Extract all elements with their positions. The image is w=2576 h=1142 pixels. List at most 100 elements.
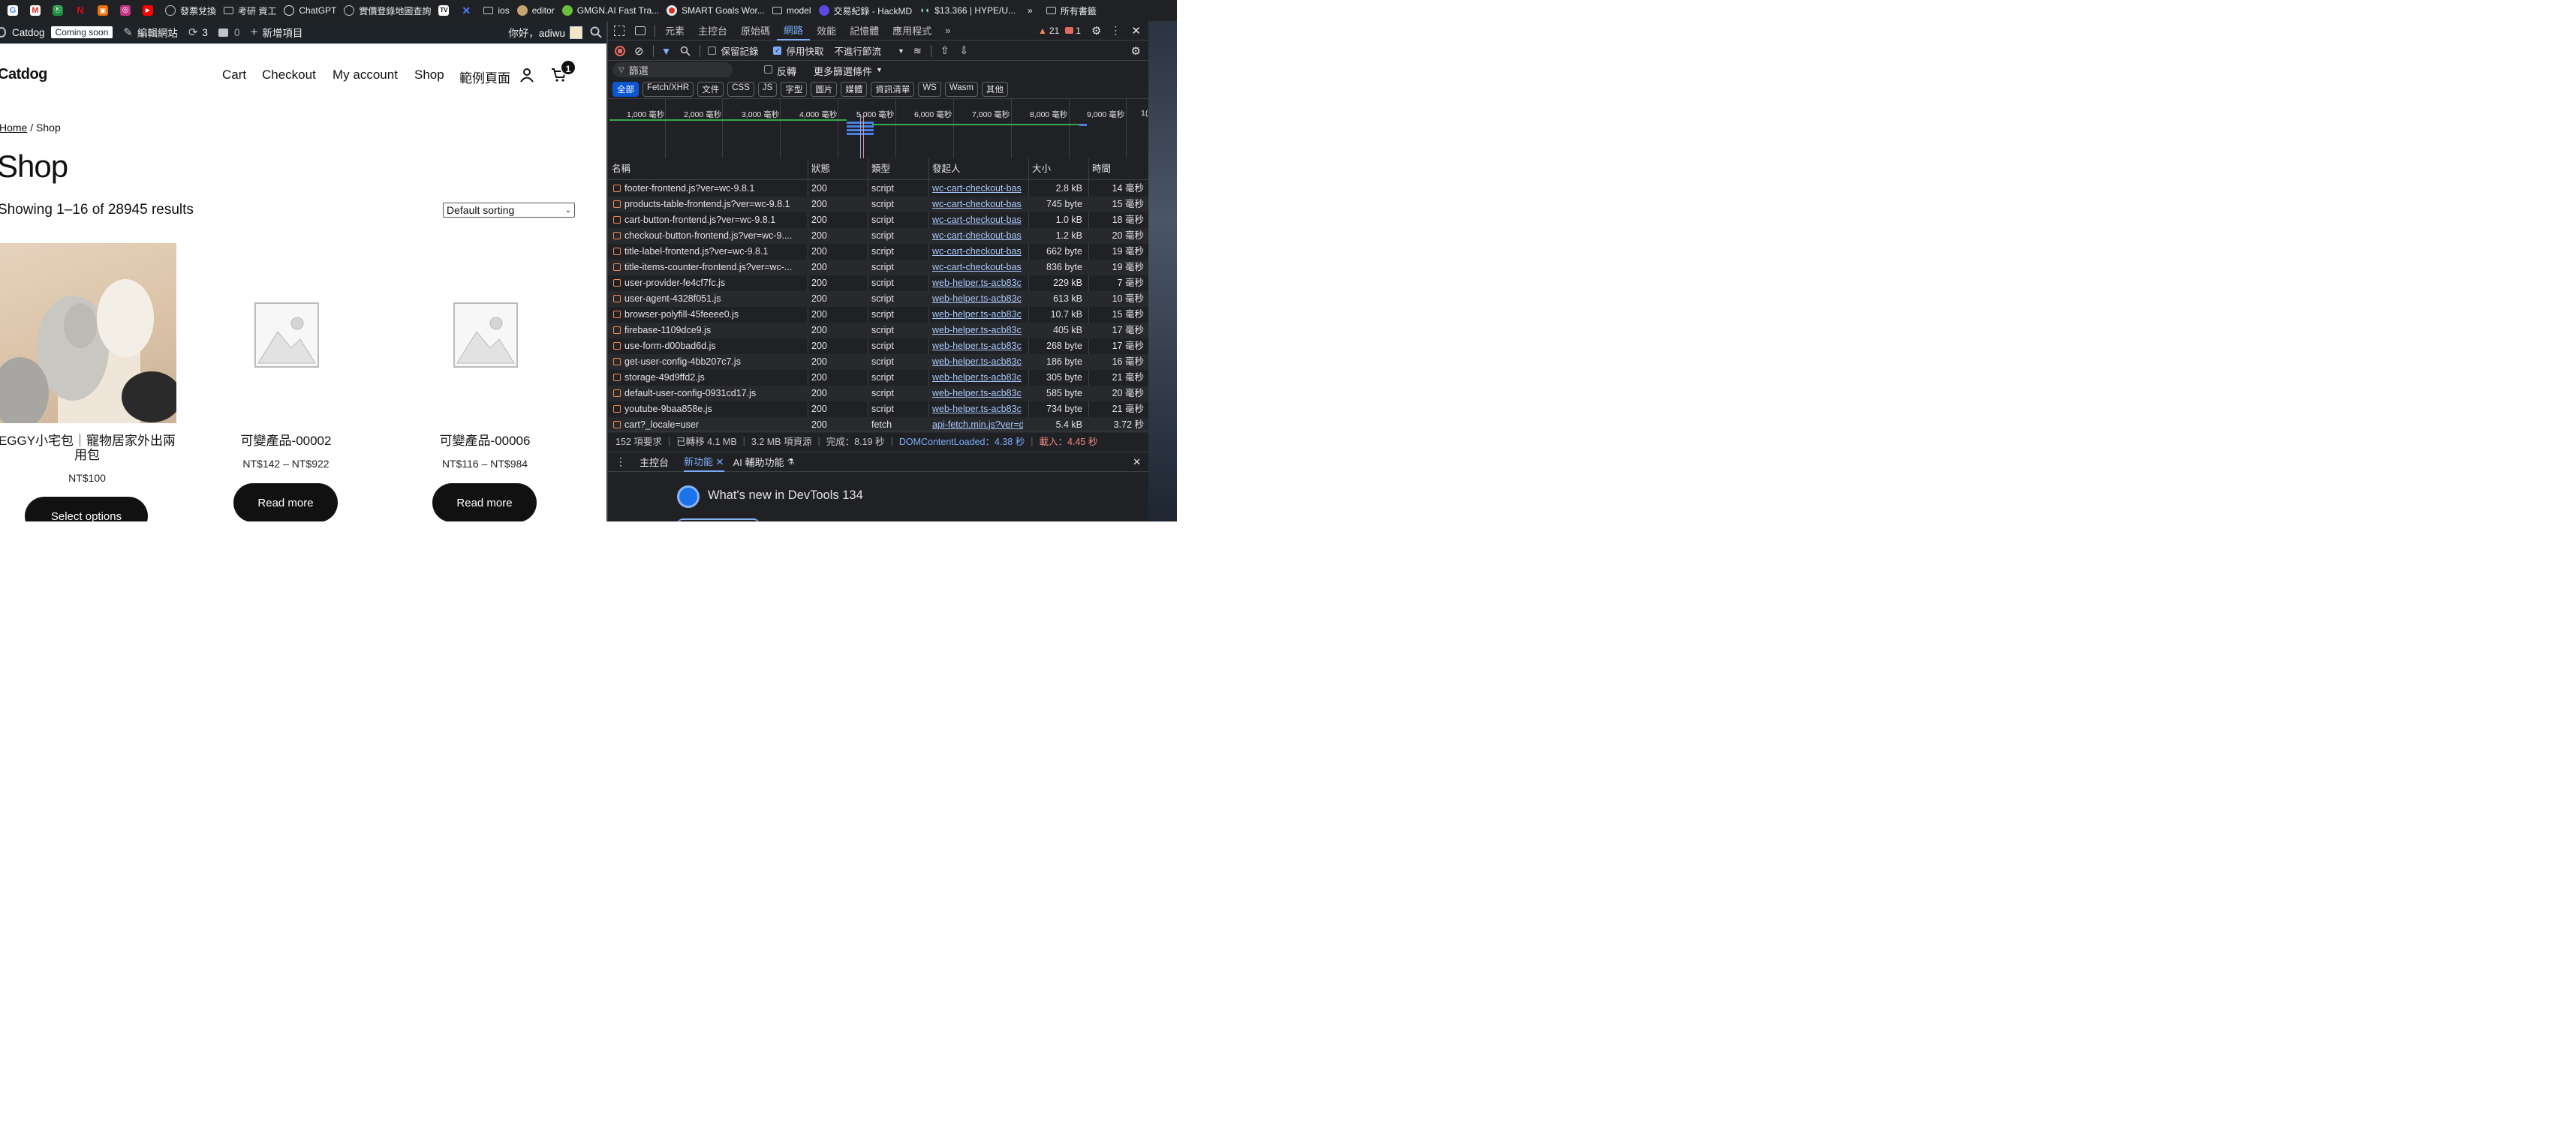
- site-logo[interactable]: Catdog: [0, 66, 47, 83]
- product-image-placeholder[interactable]: [197, 243, 375, 423]
- network-request-row[interactable]: user-agent-4328f051.js 200 script web-helpe…: [608, 291, 1148, 307]
- nav-sample-page[interactable]: 範例頁面: [459, 68, 510, 86]
- network-settings-icon[interactable]: ⚙: [1131, 44, 1141, 58]
- request-name[interactable]: title-items-counter-frontend.js?ver=wc-.…: [624, 260, 802, 275]
- clear-icon[interactable]: ⊘: [634, 44, 644, 58]
- network-request-row[interactable]: cart-button-frontend.js?ver=wc-9.8.1 200 s…: [608, 212, 1148, 228]
- export-har-icon[interactable]: ⇩: [960, 44, 969, 57]
- admin-search[interactable]: [590, 26, 602, 38]
- tab-application[interactable]: 應用程式: [886, 23, 938, 38]
- request-initiator[interactable]: wc-cart-checkout-bas: [932, 260, 1023, 275]
- filter-chip-wasm[interactable]: Wasm: [944, 82, 979, 97]
- bookmark-gmail[interactable]: M: [30, 5, 45, 16]
- filter-chip-js[interactable]: JS: [757, 82, 778, 97]
- network-overview[interactable]: [608, 98, 1148, 158]
- drawer-tab-console[interactable]: 主控台: [639, 455, 669, 469]
- network-request-row[interactable]: title-items-counter-frontend.js?ver=wc-.…: [608, 260, 1148, 275]
- tab-network[interactable]: 網路: [777, 21, 811, 41]
- request-initiator[interactable]: wc-cart-checkout-bas: [932, 212, 1023, 228]
- bookmark-green[interactable]: Ⓚ: [53, 5, 68, 16]
- column-time[interactable]: 時間: [1092, 161, 1111, 177]
- bookmark-tradingview[interactable]: TV: [438, 5, 453, 16]
- error-count[interactable]: 1: [1076, 26, 1081, 36]
- bookmark-exam[interactable]: 考研 資工: [224, 5, 276, 17]
- import-har-icon[interactable]: ⇧: [940, 44, 949, 57]
- request-initiator[interactable]: web-helper.ts-acb83c: [932, 323, 1023, 338]
- tab-performance[interactable]: 效能: [810, 23, 843, 38]
- column-type[interactable]: 類型: [871, 161, 890, 177]
- request-initiator[interactable]: web-helper.ts-acb83c: [932, 401, 1023, 417]
- bookmark-realprice[interactable]: 實價登錄地圖查詢: [344, 5, 431, 17]
- request-name[interactable]: browser-polyfill-45feeee0.js: [624, 307, 802, 323]
- tab-sources[interactable]: 原始碼: [734, 23, 777, 38]
- filter-chip-other[interactable]: 其他: [982, 82, 1009, 97]
- column-size[interactable]: 大小: [1032, 161, 1051, 177]
- device-toggle-icon[interactable]: [635, 26, 646, 35]
- admin-updates[interactable]: ⟳ 3: [188, 26, 208, 39]
- all-bookmarks[interactable]: 所有書籤: [1046, 5, 1097, 17]
- filter-icon[interactable]: ▼: [661, 45, 672, 57]
- request-name[interactable]: youtube-9baa858e.js: [624, 401, 802, 417]
- column-name[interactable]: 名稱: [612, 161, 630, 177]
- drawer-tab-ai-assistance[interactable]: AI 輔助功能: [733, 455, 784, 469]
- bookmark-x[interactable]: ✕: [461, 5, 476, 16]
- network-request-row[interactable]: use-form-d00bad6d.js 200 script web-helper.…: [608, 338, 1148, 354]
- bookmark-gmgn[interactable]: GMGN.AI Fast Tra...: [561, 5, 659, 16]
- network-request-row[interactable]: get-user-config-4bb207c7.js 200 script web-…: [608, 354, 1148, 370]
- network-conditions-icon[interactable]: ≋: [913, 45, 922, 57]
- record-icon[interactable]: [615, 45, 625, 56]
- read-more-button[interactable]: Read more: [233, 483, 338, 521]
- network-request-row[interactable]: footer-frontend.js?ver=wc-9.8.1 200 script…: [608, 181, 1148, 197]
- admin-new[interactable]: + 新增項目: [250, 25, 302, 40]
- more-tabs-icon[interactable]: »: [938, 25, 957, 36]
- admin-site-menu[interactable]: Catdog Coming soon: [0, 26, 113, 38]
- nav-checkout[interactable]: Checkout: [262, 68, 316, 83]
- kebab-menu-icon[interactable]: ⋮: [1110, 24, 1121, 37]
- network-request-row[interactable]: products-table-frontend.js?ver=wc-9.8.1 2…: [608, 197, 1148, 212]
- network-request-row[interactable]: title-label-frontend.js?ver=wc-9.8.1 200 s…: [608, 244, 1148, 260]
- close-tab-icon[interactable]: ✕: [716, 456, 724, 467]
- drawer-menu-icon[interactable]: ⋮: [615, 455, 626, 468]
- filter-chip-fetch[interactable]: Fetch/XHR: [642, 82, 694, 97]
- invert-checkbox[interactable]: [764, 65, 772, 74]
- column-status[interactable]: 狀態: [811, 161, 830, 177]
- network-request-row[interactable]: storage-49d9ffd2.js 200 script web-helper.t…: [608, 370, 1148, 386]
- preserve-log-checkbox[interactable]: [708, 47, 717, 55]
- request-name[interactable]: user-provider-fe4cf7fc.js: [624, 275, 802, 291]
- more-filters-dropdown[interactable]: 更多篩選條件: [814, 64, 872, 78]
- inspect-icon[interactable]: [614, 25, 624, 36]
- request-initiator[interactable]: web-helper.ts-acb83c: [932, 275, 1023, 291]
- warning-count[interactable]: 21: [1049, 26, 1059, 36]
- request-initiator[interactable]: wc-cart-checkout-bas: [932, 197, 1023, 212]
- bookmark-hackmd[interactable]: 交易紀錄 - HackMD: [818, 5, 912, 17]
- nav-cart[interactable]: Cart: [222, 68, 246, 83]
- filter-input[interactable]: ▽ 篩選: [612, 62, 733, 77]
- request-initiator[interactable]: web-helper.ts-acb83c: [932, 386, 1023, 401]
- filter-chip-font[interactable]: 字型: [781, 82, 808, 97]
- sort-select[interactable]: Default sorting ⌄: [443, 203, 575, 218]
- request-name[interactable]: use-form-d00bad6d.js: [624, 338, 802, 354]
- close-icon[interactable]: ✕: [1131, 24, 1141, 38]
- bookmarks-more-button[interactable]: »: [1028, 5, 1033, 16]
- tab-console[interactable]: 主控台: [691, 23, 734, 38]
- product-title[interactable]: EGGY小宅包｜寵物居家外出兩用包: [0, 434, 176, 462]
- admin-edit-site[interactable]: ✎ 編輯網站: [123, 25, 178, 40]
- bookmark-youtube[interactable]: ▶: [143, 5, 158, 16]
- drawer-tab-whats-new[interactable]: 新功能 ✕: [684, 452, 724, 472]
- nav-shop[interactable]: Shop: [414, 68, 444, 83]
- bookmark-google[interactable]: G: [8, 5, 23, 16]
- settings-gear-icon[interactable]: ⚙: [1091, 24, 1101, 38]
- network-request-row[interactable]: firebase-1109dce9.js 200 script web-helper.…: [608, 323, 1148, 338]
- search-icon[interactable]: [680, 46, 691, 56]
- request-initiator[interactable]: web-helper.ts-acb83c: [932, 370, 1023, 386]
- request-initiator[interactable]: web-helper.ts-acb83c: [932, 338, 1023, 354]
- bookmark-model[interactable]: model: [772, 5, 811, 16]
- product-image[interactable]: [0, 243, 176, 423]
- bookmark-instagram[interactable]: ◎: [120, 5, 135, 16]
- bookmark-chatgpt[interactable]: ChatGPT: [284, 5, 336, 16]
- bookmark-netflix[interactable]: N: [75, 5, 90, 16]
- product-image-placeholder[interactable]: [396, 243, 574, 423]
- request-name[interactable]: footer-frontend.js?ver=wc-9.8.1: [624, 181, 802, 197]
- filter-chip-img[interactable]: 圖片: [811, 82, 838, 97]
- request-initiator[interactable]: wc-cart-checkout-bas: [932, 228, 1023, 244]
